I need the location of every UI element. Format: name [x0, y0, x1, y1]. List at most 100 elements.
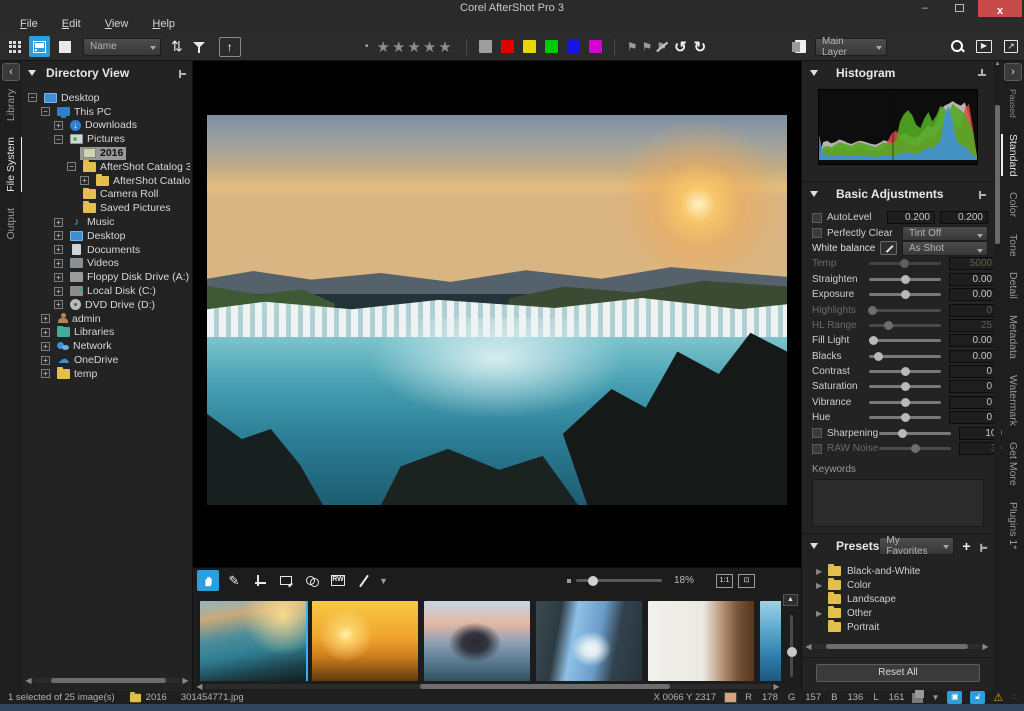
- tree-expander[interactable]: +: [54, 273, 63, 282]
- menu-edit[interactable]: Edit: [50, 17, 93, 33]
- tint-dropdown[interactable]: Tint Off: [902, 226, 988, 241]
- flag-pick-icon[interactable]: ⚑: [627, 40, 638, 54]
- slider-track[interactable]: [869, 416, 941, 419]
- tree-node[interactable]: Network: [54, 340, 115, 353]
- menu-help[interactable]: Help: [140, 17, 187, 33]
- scroll-right-arrow[interactable]: ▶: [181, 676, 190, 685]
- undo-button[interactable]: ↺: [674, 38, 687, 56]
- perfectly-clear-checkbox[interactable]: [812, 228, 822, 238]
- slider-thumb[interactable]: [884, 321, 893, 330]
- zoom-fit-button[interactable]: ⊡: [738, 574, 755, 588]
- slider-track[interactable]: [869, 355, 941, 358]
- slider-thumb[interactable]: [868, 306, 877, 315]
- thumbnail-ice-blue[interactable]: [760, 601, 781, 681]
- tree-node[interactable]: Local Disk (C:): [67, 285, 159, 298]
- tree-item-aftershot-catalog-3-b[interactable]: −AfterShot Catalog 3 B: [26, 160, 190, 174]
- chevron-down-icon[interactable]: ▼: [931, 693, 939, 702]
- tree-expander[interactable]: +: [54, 231, 63, 240]
- tree-expander[interactable]: +: [54, 287, 63, 296]
- tab-file-system[interactable]: File System: [5, 137, 17, 192]
- slider-thumb[interactable]: [901, 275, 910, 284]
- tree-node[interactable]: ♪Music: [67, 216, 117, 229]
- slider-track[interactable]: [879, 432, 951, 435]
- slider-track[interactable]: [869, 278, 941, 281]
- tree-item-onedrive[interactable]: +☁OneDrive: [26, 353, 190, 367]
- slideshow-icon[interactable]: ▶: [976, 40, 992, 53]
- warning-icon[interactable]: ⚠: [993, 691, 1003, 704]
- tree-item-music[interactable]: + ♪Music: [26, 215, 190, 229]
- tree-node[interactable]: Saved Pictures: [80, 202, 174, 215]
- slider-track[interactable]: [879, 447, 951, 450]
- slider-thumb[interactable]: [901, 382, 910, 391]
- tree-item-network[interactable]: + Network: [26, 339, 190, 353]
- tree-item-desktop[interactable]: −Desktop: [26, 91, 190, 105]
- color-label-3[interactable]: [545, 40, 558, 53]
- presets-hscrollbar[interactable]: ◀ ▶: [804, 642, 990, 651]
- slider-track[interactable]: [869, 401, 941, 404]
- single-view-button[interactable]: [54, 36, 75, 57]
- preset-expander[interactable]: ▶: [816, 567, 828, 576]
- tree-node[interactable]: AfterShot Catalog: [93, 174, 190, 187]
- thumbnail-iceland-waterfall[interactable]: [536, 601, 642, 681]
- reset-all-button[interactable]: Reset All: [816, 664, 980, 682]
- tree-expander[interactable]: +: [54, 218, 63, 227]
- processing-icon[interactable]: ▣: [947, 691, 962, 704]
- slider-thumb[interactable]: [900, 259, 909, 268]
- thumbnail-size-slider[interactable]: [790, 615, 793, 677]
- zoom-slider[interactable]: [576, 579, 662, 582]
- line-tool-button[interactable]: [353, 570, 375, 591]
- preset-portrait[interactable]: Portrait: [816, 620, 994, 634]
- preset-black-and-white[interactable]: ▶Black-and-White: [816, 564, 994, 578]
- slider-value[interactable]: 0: [949, 396, 997, 409]
- tree-node[interactable]: DVD Drive (D:): [67, 298, 158, 311]
- color-label-5[interactable]: [589, 40, 602, 53]
- tree-expander[interactable]: +: [41, 342, 50, 351]
- maximize-button[interactable]: [944, 0, 974, 17]
- tab-get-more[interactable]: Get More: [1007, 442, 1019, 486]
- adjust-tool-button[interactable]: [275, 570, 297, 591]
- scroll-right-arrow[interactable]: ▶: [981, 642, 990, 651]
- tab-tone[interactable]: Tone: [1007, 234, 1019, 257]
- slider-value[interactable]: 25: [949, 319, 997, 332]
- export-button[interactable]: ↑: [219, 37, 241, 57]
- collapse-section-caret[interactable]: [28, 70, 36, 76]
- tab-standard[interactable]: Standard: [1007, 134, 1019, 177]
- thumbnail-view-button[interactable]: [29, 36, 50, 57]
- tree-item-local-disk-c-[interactable]: + Local Disk (C:): [26, 284, 190, 298]
- preset-other[interactable]: ▶Other: [816, 606, 994, 620]
- scroll-thumb[interactable]: [826, 644, 967, 649]
- slider-track[interactable]: [869, 370, 941, 373]
- scroll-left-arrow[interactable]: ◀: [804, 642, 813, 651]
- color-label-2[interactable]: [523, 40, 536, 53]
- preset-color[interactable]: ▶Color: [816, 578, 994, 592]
- tree-expander[interactable]: +: [41, 328, 50, 337]
- pin-icon[interactable]: [978, 543, 987, 550]
- tree-node[interactable]: Videos: [67, 257, 122, 270]
- slider-value[interactable]: 0: [949, 411, 997, 424]
- autolevel-value-2[interactable]: 0.200: [940, 211, 988, 224]
- crop-tool-button[interactable]: [249, 570, 271, 591]
- slider-value[interactable]: 0: [949, 304, 997, 317]
- tree-item-documents[interactable]: +Documents: [26, 243, 190, 257]
- tree-expander[interactable]: +: [41, 314, 50, 323]
- lock-icon[interactable]: 🔓︎: [970, 691, 985, 704]
- tab-watermark[interactable]: Watermark: [1007, 375, 1019, 426]
- tree-item-libraries[interactable]: +Libraries: [26, 326, 190, 340]
- slider-thumb[interactable]: [901, 367, 910, 376]
- scroll-track[interactable]: [204, 684, 772, 689]
- zoom-1to1-button[interactable]: 1:1: [716, 574, 733, 588]
- minimize-button[interactable]: –: [910, 0, 940, 17]
- search-icon[interactable]: [951, 40, 964, 53]
- scroll-left-arrow[interactable]: ◀: [24, 676, 33, 685]
- flag-clear-icon[interactable]: ⚑: [656, 40, 667, 54]
- thumbnail-black-horse[interactable]: [424, 601, 530, 681]
- slider-track[interactable]: [869, 293, 941, 296]
- filter-icon[interactable]: [193, 41, 205, 53]
- more-tools-chevron-icon[interactable]: ▼: [379, 576, 388, 586]
- collapse-left-panel-button[interactable]: ‹: [2, 63, 20, 81]
- star-rating[interactable]: ★★★★★: [377, 38, 454, 56]
- color-label-1[interactable]: [501, 40, 514, 53]
- thumbnail-size-thumb[interactable]: [787, 647, 797, 657]
- tab-metadata[interactable]: Metadata: [1007, 315, 1019, 359]
- tree-item-desktop[interactable]: +Desktop: [26, 229, 190, 243]
